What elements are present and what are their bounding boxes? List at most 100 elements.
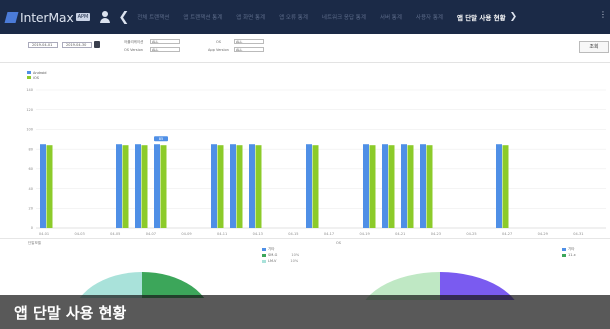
device-model-legend: 기타 SM-G 10% LM-V 10% xyxy=(262,246,299,264)
x-tick-label: 04-05 xyxy=(110,232,120,236)
bar-android-04-12[interactable] xyxy=(249,144,255,228)
app-name: InterMax xyxy=(20,9,74,25)
bar-android-04-05[interactable] xyxy=(116,144,122,228)
nav-tab[interactable]: 앱 트랜잭션 통계 xyxy=(183,13,222,21)
date-start-field[interactable]: 2019-04-01 xyxy=(28,42,58,48)
nav-tab[interactable]: 앱 화면 통계 xyxy=(236,13,265,21)
device-model-pie-chart xyxy=(79,272,205,298)
bar-android-04-07[interactable] xyxy=(154,144,160,228)
legend-label: 기타 xyxy=(568,246,575,251)
legend-dot xyxy=(262,259,266,263)
app-version-select[interactable]: ALL xyxy=(234,47,264,52)
x-tick-label: 04-23 xyxy=(431,232,441,236)
bar-android-04-19[interactable] xyxy=(382,144,388,228)
y-tick-label: 0 xyxy=(31,226,33,230)
y-tick-label: 40 xyxy=(29,187,33,191)
os-version-select[interactable]: ALL xyxy=(150,47,180,52)
x-tick-label: 04-29 xyxy=(538,232,548,236)
user-icon[interactable] xyxy=(100,11,111,23)
bar-ios-04-15[interactable] xyxy=(312,145,319,228)
bar-ios-04-21[interactable] xyxy=(426,145,433,228)
legend-label-ios: iOS xyxy=(33,75,39,80)
bar-android-04-10[interactable] xyxy=(211,144,217,228)
os-select[interactable]: ALL xyxy=(234,39,264,44)
os-label: OS xyxy=(216,40,221,44)
nav-tab[interactable]: 네트워크 응답 통계 xyxy=(322,13,366,21)
y-tick-label: 140 xyxy=(26,88,33,92)
legend-dot xyxy=(562,253,566,257)
date-end-field[interactable]: 2019-04-30 xyxy=(62,42,92,48)
bar-ios-04-07[interactable] xyxy=(160,145,167,228)
bar-ios-04-10[interactable] xyxy=(217,145,224,228)
y-tick-label: 60 xyxy=(29,167,33,171)
bar-ios-04-11[interactable] xyxy=(236,145,243,228)
x-tick-label: 04-17 xyxy=(324,232,334,236)
bar-android-04-21[interactable] xyxy=(420,144,426,228)
bar-android-04-25[interactable] xyxy=(496,144,502,228)
bar-ios-04-12[interactable] xyxy=(255,145,262,228)
x-tick-label: 04-25 xyxy=(466,232,476,236)
bar-ios-04-25[interactable] xyxy=(502,145,509,228)
app-version-label: App Version xyxy=(208,48,229,52)
y-tick-label: 80 xyxy=(29,147,33,151)
daily-usage-chart: 0 20 40 60 80 100 120 140 04-01 04-03 04-05 04-07 04… xyxy=(0,66,610,236)
nav-tab[interactable]: 서버 통계 xyxy=(380,13,402,21)
legend-dot xyxy=(262,253,266,257)
bar-ios-04-06[interactable] xyxy=(141,145,148,228)
x-tick-label: 04-15 xyxy=(288,232,298,236)
x-tick-label: 04-07 xyxy=(146,232,156,236)
bar-ios-04-01[interactable] xyxy=(46,145,53,228)
search-button[interactable]: 조회 xyxy=(579,41,609,53)
logo[interactable]: InterMax APM xyxy=(4,9,91,25)
bar-ios-04-20[interactable] xyxy=(407,145,414,228)
legend-value: 10% xyxy=(291,253,300,257)
bar-android-04-20[interactable] xyxy=(401,144,407,228)
x-tick-label: 04-03 xyxy=(75,232,85,236)
legend-dot xyxy=(262,247,266,251)
top-nav-bar: InterMax APM ❮ 전체 트랜잭션 앱 트랜잭션 통계 앱 화면 통계 앱 … xyxy=(0,0,610,34)
logo-mark-icon xyxy=(4,11,19,23)
y-tick-label: 100 xyxy=(26,128,33,132)
legend-label: SM-G xyxy=(268,253,278,257)
x-tick-label: 04-11 xyxy=(217,232,227,236)
divider xyxy=(0,62,610,63)
more-icon[interactable]: ⋮ xyxy=(599,10,607,19)
legend-label: LM-V xyxy=(268,259,277,263)
legend-label: 11.x xyxy=(568,253,576,257)
x-tick-label: 04-13 xyxy=(253,232,263,236)
nav-tab[interactable]: 앱 오류 통계 xyxy=(279,13,308,21)
nav-tab[interactable]: 사용자 통계 xyxy=(416,13,443,21)
nav-next-chevron-icon[interactable]: ❯ xyxy=(510,12,518,22)
app-label: 어플리케이션 xyxy=(124,40,144,44)
android-swatch xyxy=(27,71,31,74)
calendar-icon[interactable] xyxy=(94,41,100,48)
ios-swatch xyxy=(27,76,31,79)
os-legend: 기타 11.x xyxy=(562,246,576,258)
os-version-label: OS Version xyxy=(124,48,143,52)
app-select[interactable]: ALL xyxy=(150,39,180,44)
nav-tab[interactable]: 앱 단말 사용 현황 xyxy=(457,12,506,22)
bar-android-04-11[interactable] xyxy=(230,144,236,228)
bar-chart-svg: 0 20 40 60 80 100 120 140 04-01 04-03 04-05 04-07 04… xyxy=(26,88,606,236)
bar-android-04-18[interactable] xyxy=(363,144,369,228)
x-tick-label: 04-27 xyxy=(502,232,512,236)
nav-tab[interactable]: 전체 트랜잭션 xyxy=(137,13,169,21)
y-tick-label: 120 xyxy=(26,108,33,112)
edition-badge: APM xyxy=(75,13,91,21)
x-tick-label: 04-21 xyxy=(395,232,405,236)
nav-tabs: 전체 트랜잭션 앱 트랜잭션 통계 앱 화면 통계 앱 오류 통계 네트워크 응답 통계… xyxy=(137,12,519,22)
bar-ios-04-18[interactable] xyxy=(369,145,376,228)
bar-android-04-15[interactable] xyxy=(306,144,312,228)
panel-divider xyxy=(0,238,610,239)
os-title: OS xyxy=(336,241,341,245)
bar-android-04-01[interactable] xyxy=(40,144,46,228)
list-item: LM-V 10% xyxy=(262,258,299,264)
x-tick-label: 04-31 xyxy=(573,232,583,236)
filter-bar: 2019-04-01 2019-04-30 어플리케이션 ALL OS Vers… xyxy=(0,38,610,62)
bar-ios-04-19[interactable] xyxy=(388,145,395,228)
bar-android-04-06[interactable] xyxy=(135,144,141,228)
bar-ios-04-05[interactable] xyxy=(122,145,129,228)
nav-prev-chevron-icon[interactable]: ❮ xyxy=(118,10,129,25)
device-model-title: 단말모델 xyxy=(28,241,41,245)
legend-item-ios[interactable]: iOS xyxy=(27,75,47,80)
